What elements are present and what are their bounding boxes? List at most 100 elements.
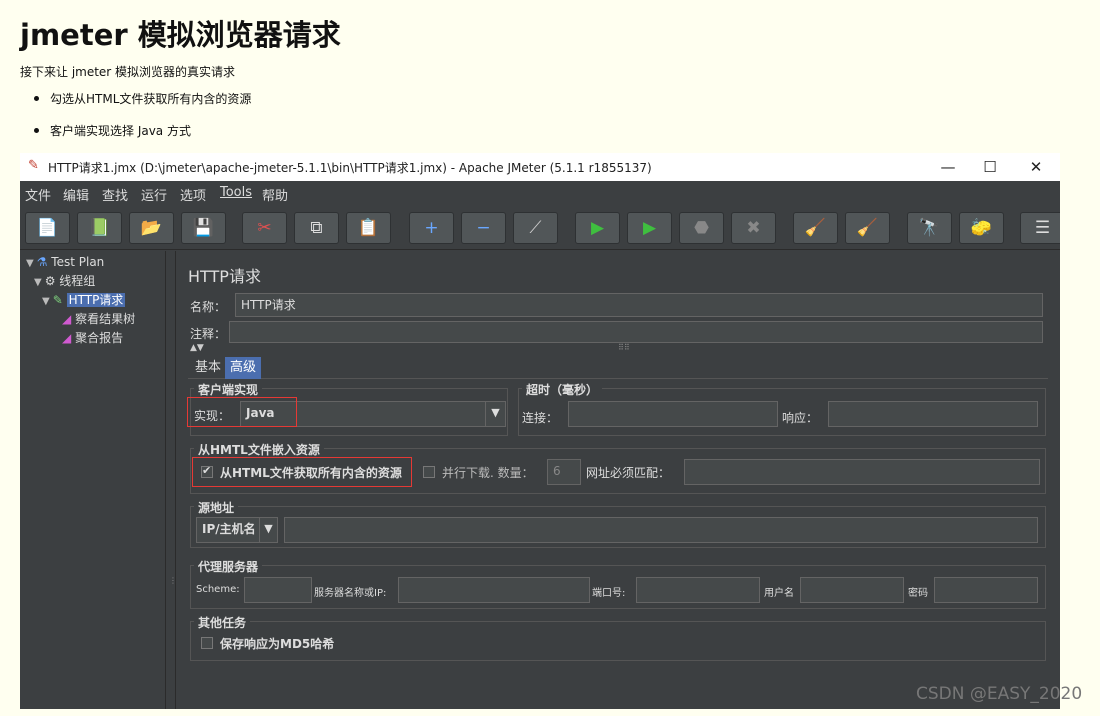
resize-grip-icon[interactable]: ⠿⠿ [618,343,630,352]
tree-node-label: 察看结果树 [75,312,136,326]
source-type-select[interactable]: IP/主机名 ▼ [196,517,278,543]
expand-button[interactable]: + [409,212,454,244]
tree-node-test-plan[interactable]: ▼ ⚗ Test Plan [26,253,104,271]
expand-toggle-icon[interactable]: ▼ [26,258,34,269]
expand-toggle-icon[interactable]: ▼ [42,296,50,307]
split-pane-divider[interactable]: ⋮ [166,251,177,709]
new-icon: 📄 [36,218,59,238]
toggle-button[interactable]: ⟋ [513,212,558,244]
clear-button[interactable]: 🧹 [793,212,838,244]
tab-basic[interactable]: 基本 [190,357,226,379]
menu-help[interactable]: 帮助 [262,185,288,204]
md5-hash-label[interactable]: 保存响应为MD5哈希 [220,635,334,652]
proxy-port-input[interactable] [636,577,760,603]
tree-node-label: 聚合报告 [75,331,124,345]
connect-timeout-label: 连接： [522,411,559,425]
article-intro: 接下来让 jmeter 模拟浏览器的真实请求 [20,65,236,79]
response-timeout-label: 响应： [782,411,819,425]
client-impl-title: 客户端实现 [194,381,263,398]
tree-node-view-results-tree[interactable]: ◢ 察看结果树 [62,310,135,328]
minimize-button[interactable]: — [928,155,968,179]
save-button[interactable]: 💾 [181,212,226,244]
jmeter-feather-icon: ✎ [28,158,39,173]
open-button[interactable]: 📂 [129,212,174,244]
panel-title: HTTP请求 [188,267,261,286]
expand-toggle-icon[interactable]: ▼ [34,277,42,288]
tree-node-aggregate-report[interactable]: ◢ 聚合报告 [62,329,123,347]
listener-chart-icon: ◢ [62,331,72,345]
article-title: jmeter 模拟浏览器请求 [20,18,341,52]
tab-advanced[interactable]: 高级 [225,357,262,379]
templates-button[interactable]: 📗 [77,212,122,244]
menu-options[interactable]: 选项 [180,185,206,204]
connect-timeout-input[interactable] [568,401,778,427]
start-no-pause-button[interactable]: ▶ [627,212,672,244]
paste-button[interactable]: 📋 [346,212,391,244]
collapse-arrows-icon[interactable]: ▲▼ [190,343,204,353]
close-button[interactable]: ✕ [1016,155,1056,179]
name-input[interactable]: HTTP请求 [235,293,1043,317]
search-icon: 🔭 [918,218,941,238]
menu-search[interactable]: 查找 [102,185,128,204]
new-button[interactable]: 📄 [25,212,70,244]
url-match-input[interactable] [684,459,1040,485]
reset-search-icon: 🧽 [970,218,993,238]
menubar: 文件 编辑 查找 运行 选项 Tools 帮助 [20,181,1060,205]
gear-icon: ⚙ [44,274,56,288]
start-icon: ▶ [590,218,605,238]
tree-node-label: HTTP请求 [66,293,126,307]
proxy-scheme-label: Scheme: [196,584,240,595]
save-icon: 💾 [192,218,215,238]
proxy-password-input[interactable] [934,577,1038,603]
grip-icon: ⋮ [169,576,177,585]
article-bullets: 勾选从HTML文件获取所有内含的资源 客户端实现选择 Java 方式 [34,90,251,154]
listener-chart-icon: ◢ [62,312,72,326]
comment-input[interactable] [229,321,1043,343]
parallel-count-input[interactable]: 6 [547,459,581,485]
source-address-input[interactable] [284,517,1038,543]
window-title: HTTP请求1.jmx (D:\jmeter\apache-jmeter-5.1… [48,161,652,175]
reset-search-button[interactable]: 🧽 [959,212,1004,244]
collapse-button[interactable]: − [461,212,506,244]
highlight-box [192,457,412,487]
open-icon: 📂 [140,218,163,238]
start-no-pause-icon: ▶ [642,218,657,238]
response-timeout-input[interactable] [828,401,1038,427]
toggle-icon: ⟋ [529,218,542,238]
menu-tools[interactable]: Tools [220,185,252,200]
md5-hash-checkbox[interactable] [201,637,213,649]
test-plan-tree: ▼ ⚗ Test Plan ▼ ⚙ 线程组 ▼ ✎ HTTP请求 ◢ 察看结果树 ◢ … [20,251,166,709]
function-helper-button[interactable]: ☰ [1020,212,1060,244]
toolbar: 📄 📗 📂 💾 ✂ ⧉ 📋 + − ⟋ ▶ ▶ ⬣ ✖ 🧹 🧹 🔭 🧽 ☰ [20,206,1060,250]
chevron-down-icon[interactable]: ▼ [485,402,505,426]
menu-file[interactable]: 文件 [25,185,51,204]
watermark: CSDN @EASY_2020 [916,684,1083,704]
cut-button[interactable]: ✂ [242,212,287,244]
chevron-down-icon[interactable]: ▼ [259,518,277,542]
sampler-pencil-icon: ✎ [52,293,63,307]
proxy-username-label: 用户名 [764,588,794,599]
maximize-button[interactable]: ☐ [970,155,1010,179]
copy-button[interactable]: ⧉ [294,212,339,244]
tree-node-thread-group[interactable]: ▼ ⚙ 线程组 [34,272,95,290]
clear-all-button[interactable]: 🧹 [845,212,890,244]
tree-node-label: 线程组 [59,274,96,288]
shutdown-button[interactable]: ✖ [731,212,776,244]
bullet-item: 客户端实现选择 Java 方式 [34,122,251,154]
menu-run[interactable]: 运行 [141,185,167,204]
proxy-username-input[interactable] [800,577,904,603]
proxy-scheme-input[interactable] [244,577,312,603]
http-request-panel: HTTP请求 名称： HTTP请求 注释： ▲▼ ⠿⠿ 基本 高级 客户端实现 [180,251,1060,709]
other-tasks-title: 其他任务 [194,614,251,631]
start-button[interactable]: ▶ [575,212,620,244]
bullet-item: 勾选从HTML文件获取所有内含的资源 [34,90,251,122]
parallel-download-checkbox[interactable] [423,466,435,478]
menu-edit[interactable]: 编辑 [63,185,89,204]
shutdown-icon: ✖ [746,218,761,238]
search-button[interactable]: 🔭 [907,212,952,244]
stop-button[interactable]: ⬣ [679,212,724,244]
tree-node-http-request[interactable]: ▼ ✎ HTTP请求 [42,291,126,309]
clear-all-icon: 🧹 [856,218,879,238]
proxy-host-input[interactable] [398,577,590,603]
flask-icon: ⚗ [36,255,48,269]
